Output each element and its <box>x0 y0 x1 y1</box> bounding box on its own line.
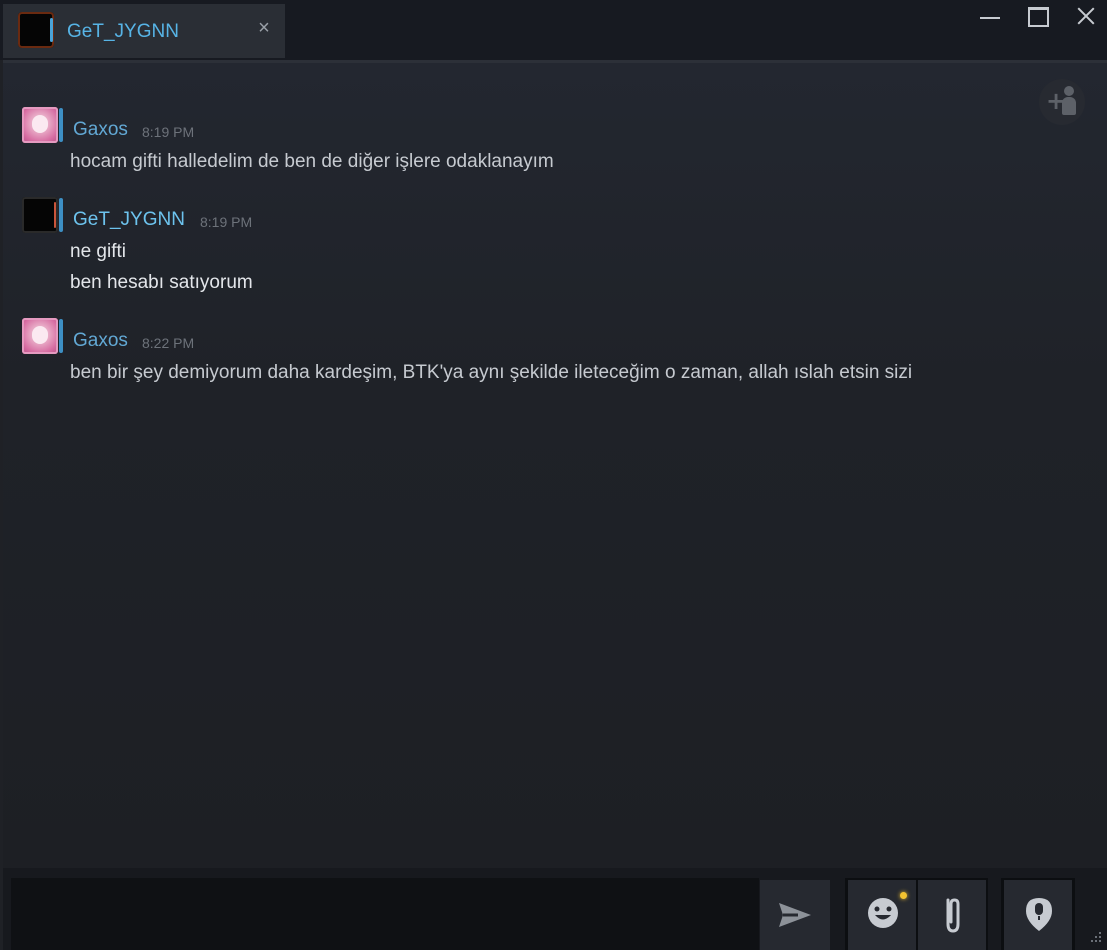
person-icon <box>1064 86 1074 96</box>
send-button[interactable] <box>760 880 830 950</box>
message-group: Gaxos 8:19 PM hocam gifti halledelim de … <box>3 103 1103 183</box>
timestamp: 8:22 PM <box>142 335 195 351</box>
avatar[interactable] <box>22 197 58 233</box>
tab-title: GeT_JYGNN <box>67 21 179 42</box>
tab-avatar <box>18 12 54 48</box>
emoji-icon <box>868 898 898 928</box>
timestamp: 8:19 PM <box>200 214 253 230</box>
close-icon[interactable] <box>1066 2 1106 32</box>
message-input[interactable] <box>11 878 759 950</box>
chat-tab[interactable]: GeT_JYGNN × <box>3 4 285 58</box>
avatar[interactable] <box>22 318 58 354</box>
author-name[interactable]: Gaxos <box>73 330 128 352</box>
send-icon <box>779 903 811 927</box>
message-text: ben bir şey demiyorum daha kardeşim, BTK… <box>70 362 913 383</box>
message-text: ben hesabı satıyorum <box>70 272 253 293</box>
voice-buttons <box>1001 878 1075 950</box>
composer-bar <box>3 868 1107 950</box>
maximize-icon[interactable] <box>1018 2 1058 32</box>
voice-button[interactable] <box>1004 880 1072 950</box>
presence-bar <box>59 319 63 353</box>
attach-button[interactable] <box>918 880 986 950</box>
avatar[interactable] <box>22 107 58 143</box>
emoji-button[interactable] <box>848 880 916 950</box>
title-bar: GeT_JYGNN × <box>0 0 1107 60</box>
message-text: ne gifti <box>70 241 126 262</box>
resize-grip[interactable] <box>1088 930 1104 946</box>
tool-buttons <box>845 878 988 950</box>
timestamp: 8:19 PM <box>142 124 195 140</box>
presence-bar <box>59 198 63 232</box>
tab-close-icon[interactable]: × <box>255 18 273 38</box>
notification-dot <box>900 892 907 899</box>
chat-history[interactable]: + Gaxos 8:19 PM hocam gifti halledelim d… <box>3 60 1107 868</box>
voice-icon <box>1026 898 1052 931</box>
author-name[interactable]: Gaxos <box>73 119 128 141</box>
minimize-icon[interactable] <box>970 2 1010 32</box>
message-text: hocam gifti halledelim de ben de diğer i… <box>70 151 554 172</box>
message-group: GeT_JYGNN 8:19 PM ne gifti ben hesabı sa… <box>3 193 1103 303</box>
author-name[interactable]: GeT_JYGNN <box>73 209 185 231</box>
attachment-icon <box>946 898 960 933</box>
presence-bar <box>59 108 63 142</box>
message-group: Gaxos 8:22 PM ben bir şey demiyorum daha… <box>3 314 1103 394</box>
